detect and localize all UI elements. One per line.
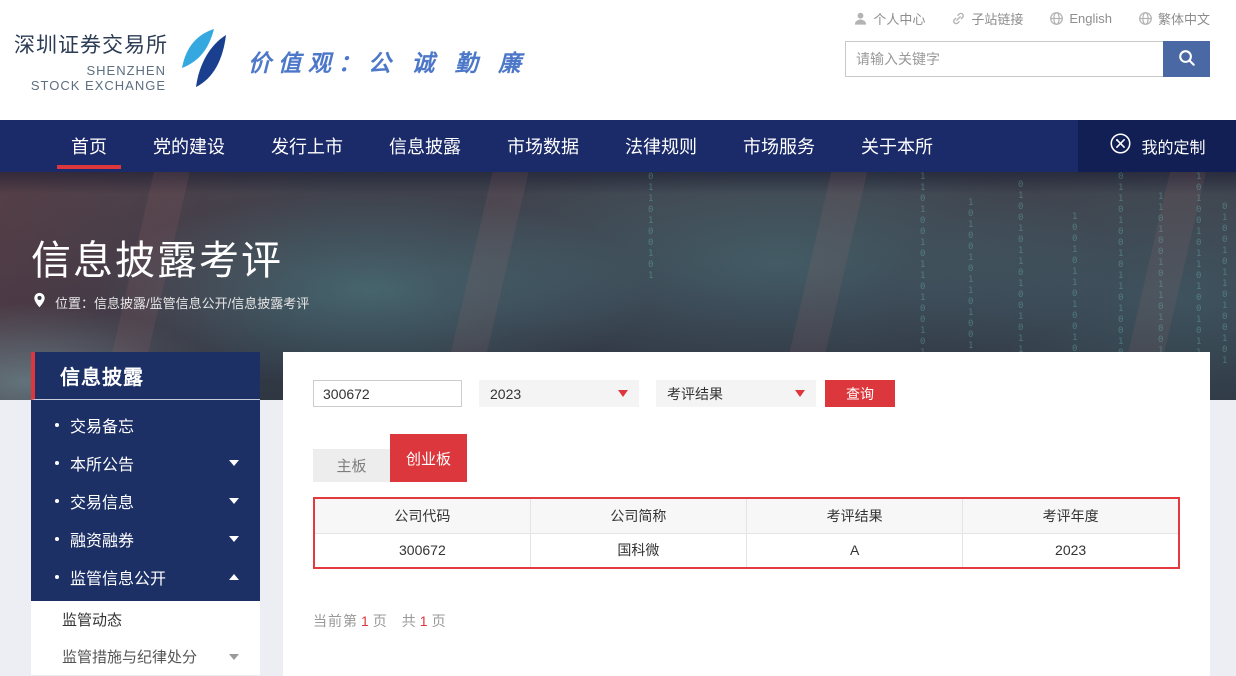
link-english[interactable]: English: [1049, 9, 1112, 28]
nav-item-market-data[interactable]: 市场数据: [484, 120, 602, 172]
board-tabs: 主板 创业板: [313, 434, 1180, 482]
brand-name-en: SHENZHEN STOCK EXCHANGE: [14, 63, 166, 93]
user-icon: [853, 11, 868, 26]
tools-icon: [1108, 131, 1133, 161]
brand-slogan: 价值观：公 诚 勤 廉: [248, 44, 528, 78]
top-utility-links: 个人中心 子站链接 English 繁体中文: [853, 9, 1210, 28]
cell-rating-year: 2023: [963, 533, 1179, 568]
chevron-down-icon: [229, 498, 239, 504]
chevron-up-icon: [229, 574, 239, 580]
table-header-row: 公司代码 公司简称 考评结果 考评年度: [314, 498, 1179, 533]
search-input[interactable]: [845, 41, 1163, 77]
chevron-down-icon: [229, 654, 239, 660]
bullet-icon: [55, 461, 59, 465]
chevron-down-icon: [229, 460, 239, 466]
breadcrumb-text: 位置：信息披露/监管信息公开/信息披露考评: [55, 293, 309, 312]
pagination: 当前第1页共1页: [313, 611, 1180, 631]
bullet-icon: [55, 499, 59, 503]
query-button[interactable]: 查询: [825, 380, 895, 407]
cell-company-code: 300672: [314, 533, 530, 568]
nav-item-about[interactable]: 关于本所: [838, 120, 956, 172]
nav-item-listing[interactable]: 发行上市: [248, 120, 366, 172]
main-nav: 首页 党的建设 发行上市 信息披露 市场数据 法律规则 市场服务 关于本所 我的…: [0, 120, 1236, 172]
sidebar-item-trading-info[interactable]: 交易信息: [31, 482, 260, 520]
binary-texture: 010010110100101: [1222, 202, 1231, 367]
nav-item-disclosure[interactable]: 信息披露: [366, 120, 484, 172]
cell-company-name: 国科微: [530, 533, 746, 568]
col-company-code: 公司代码: [314, 498, 530, 533]
breadcrumb: 位置：信息披露/监管信息公开/信息披露考评: [33, 292, 309, 313]
main-panel: 2023 考评结果 查询 主板 创业板 公司代码 公司简称 考评结果 考评年度: [283, 352, 1210, 676]
sidebar-item-margin-trading[interactable]: 融资融券: [31, 520, 260, 558]
binary-texture: 10100101101001: [968, 198, 977, 352]
total-page-number: 1: [420, 613, 429, 629]
year-select[interactable]: 2023: [479, 380, 639, 407]
chevron-down-icon: [618, 390, 628, 397]
sidebar-item-trading-memo[interactable]: 交易备忘: [31, 406, 260, 444]
sidebar-subitem-regulatory-news[interactable]: 监管动态: [31, 601, 260, 638]
search-icon: [1177, 48, 1196, 70]
chevron-down-icon: [795, 390, 805, 397]
binary-texture: 0110100101: [648, 172, 657, 282]
tab-chinext[interactable]: 创业板: [390, 434, 467, 482]
sidebar-title: 信息披露: [31, 352, 260, 400]
link-traditional-chinese[interactable]: 繁体中文: [1138, 9, 1210, 28]
site-header: 深圳证券交易所 SHENZHEN STOCK EXCHANGE 价值观：公 诚 …: [0, 0, 1236, 120]
col-rating-result: 考评结果: [747, 498, 963, 533]
results-table: 公司代码 公司简称 考评结果 考评年度 300672 国科微 A 2023: [313, 497, 1180, 569]
location-pin-icon: [33, 292, 46, 313]
sidebar-item-regulatory-disclosure[interactable]: 监管信息公开: [31, 558, 260, 596]
page-content: 信息披露 交易备忘 本所公告 交易信息 融资融券: [0, 352, 1236, 676]
sidebar-subitem-regulatory-measures[interactable]: 监管措施与纪律处分: [31, 638, 260, 675]
chevron-down-icon: [229, 536, 239, 542]
result-select[interactable]: 考评结果: [656, 380, 816, 407]
sidebar-item-exchange-notices[interactable]: 本所公告: [31, 444, 260, 482]
nav-item-services[interactable]: 市场服务: [720, 120, 838, 172]
company-code-input[interactable]: [313, 380, 462, 407]
logo: 深圳证券交易所 SHENZHEN STOCK EXCHANGE 价值观：公 诚 …: [14, 26, 528, 95]
tab-main-board[interactable]: 主板: [313, 449, 390, 482]
link-personal-center[interactable]: 个人中心: [853, 9, 925, 28]
table-row: 300672 国科微 A 2023: [314, 533, 1179, 568]
bullet-icon: [55, 575, 59, 579]
cell-rating-result: A: [747, 533, 963, 568]
link-subsites[interactable]: 子站链接: [951, 9, 1023, 28]
nav-item-rules[interactable]: 法律规则: [602, 120, 720, 172]
nav-item-party-building[interactable]: 党的建设: [130, 120, 248, 172]
query-form: 2023 考评结果 查询: [313, 380, 1180, 407]
bullet-icon: [55, 423, 59, 427]
my-customization-button[interactable]: 我的定制: [1078, 120, 1236, 172]
link-icon: [951, 11, 966, 26]
globe-icon: [1049, 11, 1064, 26]
bullet-icon: [55, 537, 59, 541]
szse-logo-icon: [172, 26, 230, 95]
brand-name-cn: 深圳证券交易所: [14, 29, 166, 59]
search-button[interactable]: [1163, 41, 1210, 77]
col-rating-year: 考评年度: [963, 498, 1179, 533]
nav-item-home[interactable]: 首页: [48, 120, 130, 172]
sidebar: 信息披露 交易备忘 本所公告 交易信息 融资融券: [31, 352, 260, 676]
col-company-name: 公司简称: [530, 498, 746, 533]
page-title: 信息披露考评: [31, 228, 283, 286]
site-search: [845, 41, 1210, 77]
globe-icon: [1138, 11, 1153, 26]
current-page-number: 1: [361, 613, 370, 629]
